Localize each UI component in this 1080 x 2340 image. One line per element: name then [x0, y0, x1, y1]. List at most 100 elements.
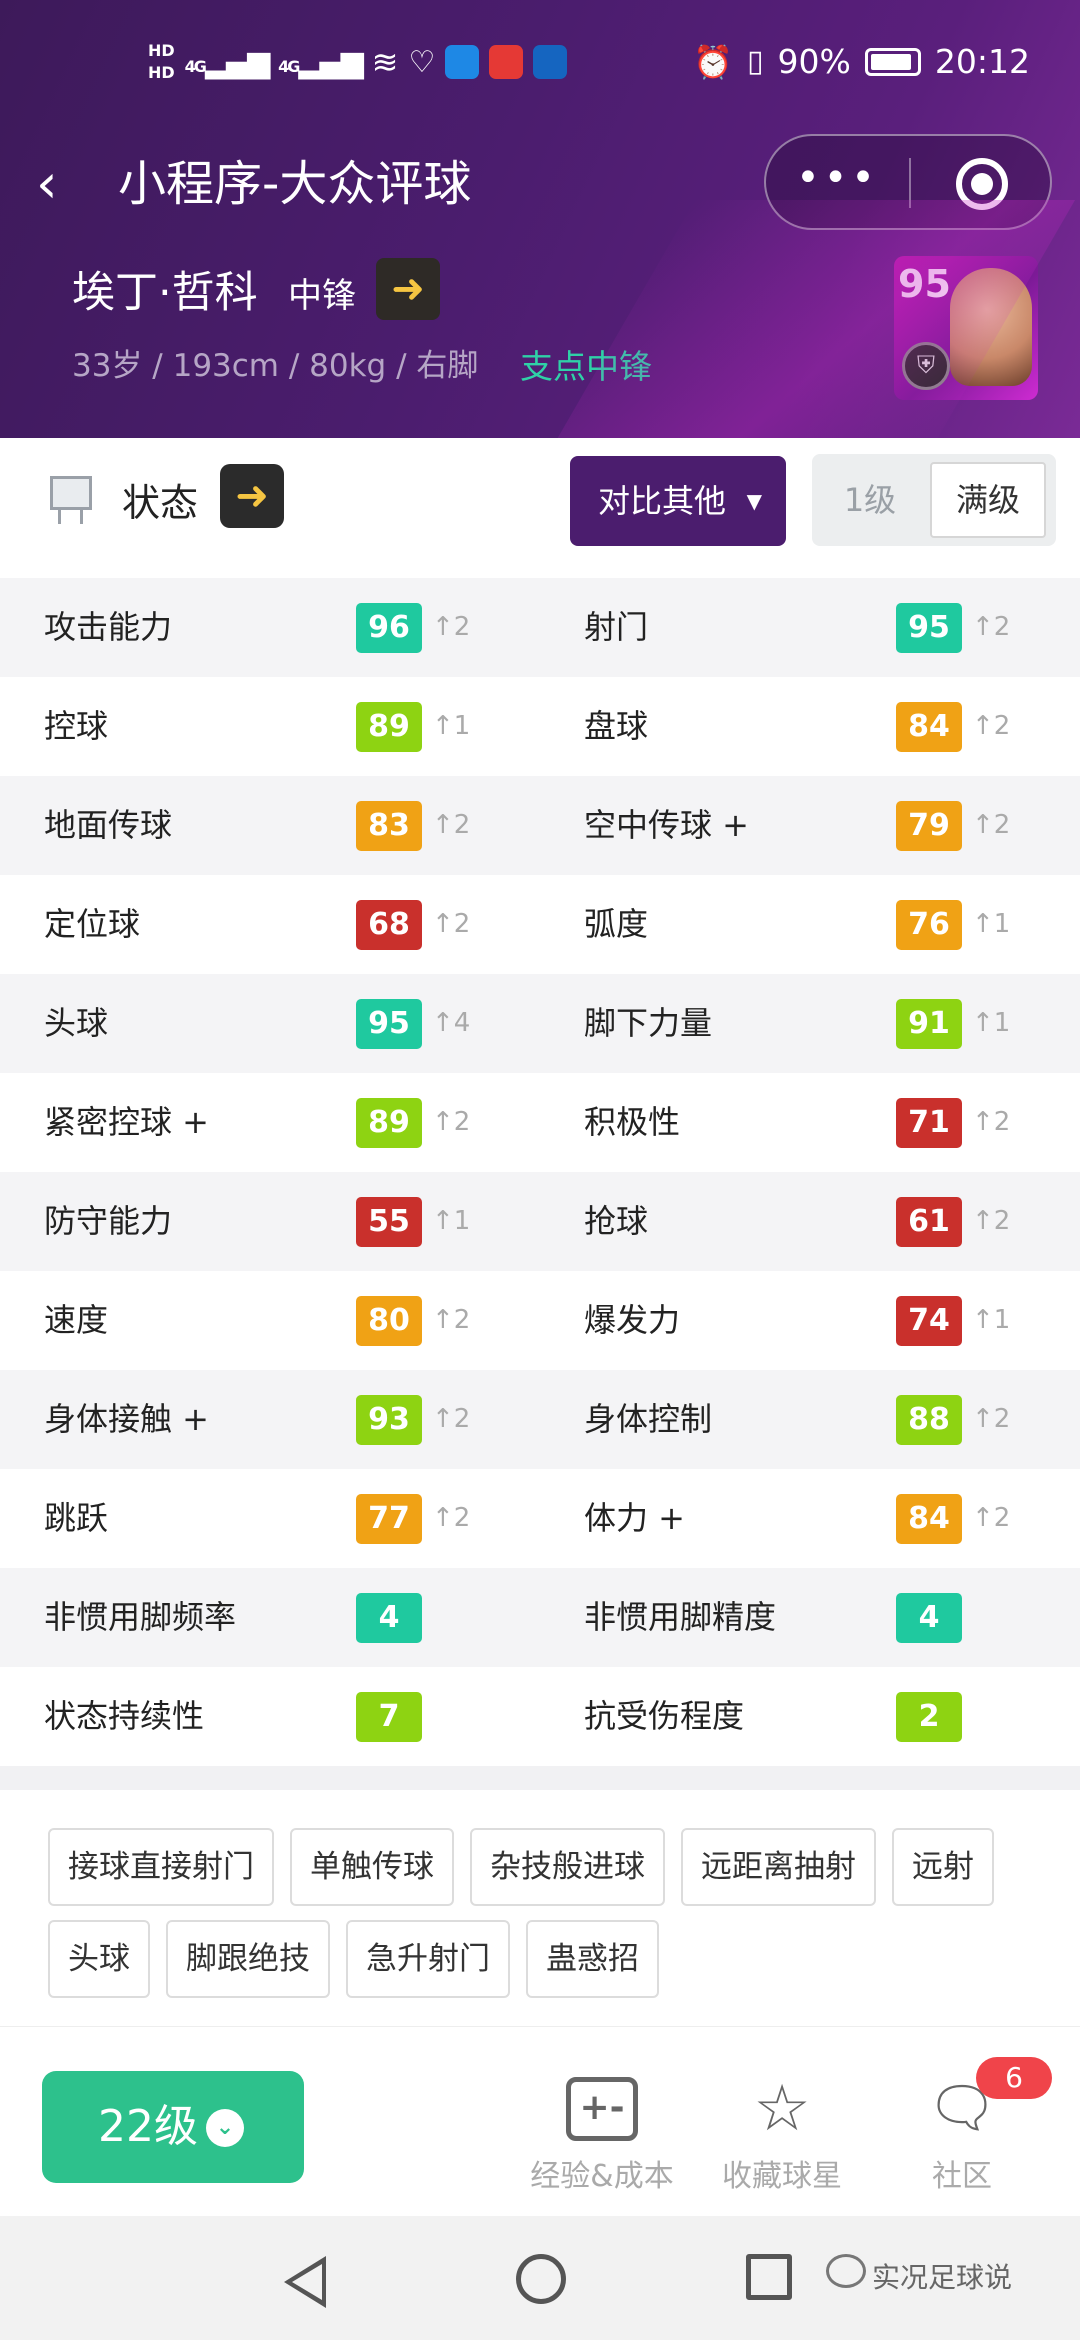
nav-back-icon[interactable]: [284, 2256, 326, 2308]
stat-name: 抢球: [584, 1202, 649, 1240]
stat-cell: 非惯用脚频率 4: [0, 1568, 540, 1667]
stat-name: 身体控制: [584, 1400, 713, 1438]
skill-tag[interactable]: 头球: [48, 1920, 150, 1998]
stat-value: 4: [356, 1593, 422, 1643]
status-right: ⏰ ▯ 90% 20:12: [693, 42, 1030, 81]
stat-delta: ↑2: [972, 1404, 1011, 1434]
card-rating: 95: [898, 262, 951, 306]
stat-delta: ↑2: [432, 612, 471, 642]
skill-tag[interactable]: 蛊惑招: [526, 1920, 659, 1998]
stat-name: 紧密控球 +: [44, 1103, 209, 1141]
player-info: 33岁 / 193cm / 80kg / 右脚: [72, 348, 479, 384]
capsule-divider: [909, 158, 911, 208]
nav-home-icon[interactable]: [516, 2254, 566, 2304]
player-card[interactable]: 95 ⛨: [894, 256, 1038, 400]
notification-badge: 6: [976, 2057, 1052, 2099]
tab-favorite[interactable]: ☆ 收藏球星: [692, 2077, 872, 2195]
heart-rate-icon: ♡: [408, 44, 436, 80]
chevron-left-icon[interactable]: ‹: [36, 152, 96, 216]
arrow-right-icon[interactable]: ➜: [376, 258, 440, 320]
hd-label-2: HD: [148, 63, 175, 82]
stat-name: 盘球: [584, 707, 649, 745]
level-select-button[interactable]: 22级 ⌄: [42, 2071, 304, 2183]
stat-cell: 空中传球 + 79 ↑2: [540, 776, 1080, 875]
player-photo: [950, 268, 1032, 386]
player-position: 中锋: [288, 276, 356, 316]
level-max-option[interactable]: 满级: [930, 462, 1046, 538]
stat-name: 速度: [44, 1301, 109, 1339]
more-dots-icon[interactable]: •••: [766, 136, 909, 228]
tab-community-label: 社区: [932, 2159, 992, 2194]
tab-fav-label: 收藏球星: [722, 2159, 842, 2194]
stat-value: 95: [896, 603, 962, 653]
stat-cell: 非惯用脚精度 4: [540, 1568, 1080, 1667]
level-toggle: 1级 满级: [812, 454, 1056, 546]
stat-value: 4: [896, 1593, 962, 1643]
stat-row: 非惯用脚频率 4 非惯用脚精度 4: [0, 1568, 1080, 1667]
stat-cell: 弧度 76 ↑1: [540, 875, 1080, 974]
stat-name: 弧度: [584, 905, 649, 943]
stats-table: 攻击能力 96 ↑2 射门 95 ↑2 控球 89 ↑1 盘球 84 ↑2 地面传球 83 ↑2 空中传球 +…: [0, 578, 1080, 1766]
tab-community[interactable]: 🗨 6 社区: [872, 2057, 1052, 2195]
skill-tag[interactable]: 接球直接射门: [48, 1828, 274, 1906]
stat-name: 体力 +: [584, 1499, 685, 1537]
mini-program-navbar: ‹ 小程序-大众评球 •••: [0, 130, 1080, 240]
stat-cell: 抢球 61 ↑2: [540, 1172, 1080, 1271]
skill-tag[interactable]: 远距离抽射: [681, 1828, 876, 1906]
stat-row: 头球 95 ↑4 脚下力量 91 ↑1: [0, 974, 1080, 1073]
stat-value: 88: [896, 1395, 962, 1445]
signal-4g-1: 4G▂▄▆: [184, 44, 270, 80]
skill-tag[interactable]: 脚跟绝技: [166, 1920, 330, 1998]
close-target-icon[interactable]: [956, 158, 1008, 210]
wifi-icon: ≋: [371, 43, 399, 81]
stat-name: 状态持续性: [44, 1697, 205, 1735]
system-nav-bar: 实况足球说: [0, 2216, 1080, 2340]
stat-value: 76: [896, 900, 962, 950]
stat-value: 89: [356, 702, 422, 752]
battery-icon: [864, 47, 921, 76]
star-icon: ☆: [753, 2072, 811, 2146]
level-label: 22级: [98, 2101, 198, 2152]
nav-recent-icon[interactable]: [746, 2254, 792, 2300]
stat-value: 83: [356, 801, 422, 851]
stat-value: 71: [896, 1098, 962, 1148]
stat-row: 状态持续性 7 抗受伤程度 2: [0, 1667, 1080, 1766]
stat-delta: ↑2: [432, 1305, 471, 1335]
bottom-bar: 22级 ⌄ +- 经验&成本 ☆ 收藏球星 🗨 6 社区: [0, 2026, 1080, 2216]
stat-value: 61: [896, 1197, 962, 1247]
state-label: 状态: [122, 481, 199, 525]
stat-value: 84: [896, 1494, 962, 1544]
stat-cell: 盘球 84 ↑2: [540, 677, 1080, 776]
stat-cell: 脚下力量 91 ↑1: [540, 974, 1080, 1073]
compare-button[interactable]: 对比其他 ▼: [570, 456, 786, 546]
stat-row: 定位球 68 ↑2 弧度 76 ↑1: [0, 875, 1080, 974]
level-1-option[interactable]: 1级: [812, 454, 928, 546]
stat-cell: 速度 80 ↑2: [0, 1271, 540, 1370]
stat-delta: ↑2: [432, 1404, 471, 1434]
stat-cell: 身体接触 + 93 ↑2: [0, 1370, 540, 1469]
stat-delta: ↑2: [972, 1503, 1011, 1533]
skill-tag[interactable]: 急升射门: [346, 1920, 510, 1998]
stat-delta: ↑1: [972, 1008, 1011, 1038]
stat-value: 96: [356, 603, 422, 653]
stat-cell: 防守能力 55 ↑1: [0, 1172, 540, 1271]
stat-value: 55: [356, 1197, 422, 1247]
stat-cell: 攻击能力 96 ↑2: [0, 578, 540, 677]
app-icon-1: [445, 45, 480, 79]
stat-value: 77: [356, 1494, 422, 1544]
stat-name: 地面传球: [44, 806, 173, 844]
plus-minus-icon: +-: [566, 2077, 638, 2141]
app-icon-3: [533, 45, 568, 79]
stat-name: 空中传球 +: [584, 806, 749, 844]
tab-exp-cost[interactable]: +- 经验&成本: [512, 2077, 692, 2195]
stat-name: 非惯用脚精度: [584, 1598, 777, 1636]
skill-tag[interactable]: 杂技般进球: [470, 1828, 665, 1906]
state-bar: 状态 ➜ 对比其他 ▼ 1级 满级: [0, 438, 1080, 578]
stat-row: 跳跃 77 ↑2 体力 + 84 ↑2: [0, 1469, 1080, 1568]
state-arrow-icon[interactable]: ➜: [220, 464, 284, 528]
stat-delta: ↑2: [432, 1503, 471, 1533]
skills-section: 接球直接射门 单触传球 杂技般进球 远距离抽射 远射头球 脚跟绝技 急升射门 蛊惑招: [0, 1790, 1080, 2026]
stat-value: 84: [896, 702, 962, 752]
skill-tag[interactable]: 单触传球: [290, 1828, 454, 1906]
skill-tag[interactable]: 远射: [892, 1828, 994, 1906]
